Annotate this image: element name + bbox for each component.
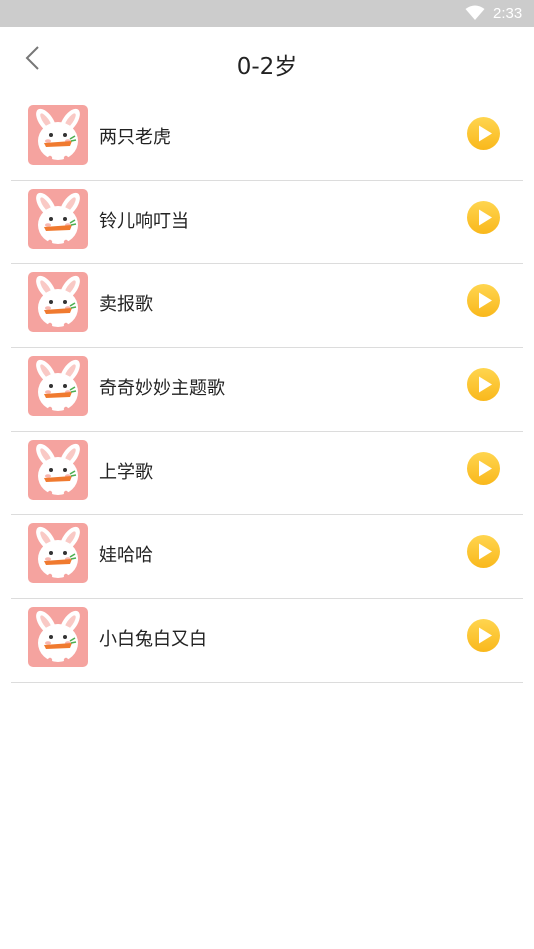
play-circle-icon[interactable] (466, 116, 501, 151)
wifi-icon (465, 5, 485, 20)
song-list-item[interactable]: 娃哈哈 (0, 515, 534, 600)
song-thumbnail (28, 272, 88, 333)
bunny-carrot-icon (36, 359, 80, 412)
status-bar: 2:33 (0, 0, 534, 27)
bunny-carrot-icon (36, 443, 80, 495)
song-thumbnail (28, 523, 88, 584)
song-list-item[interactable]: 两只老虎 (0, 97, 534, 181)
song-thumbnail (28, 356, 88, 417)
song-title: 上学歌 (99, 461, 153, 483)
song-title: 铃儿响叮当 (99, 210, 189, 232)
song-thumbnail (28, 439, 88, 500)
play-circle-icon[interactable] (466, 451, 501, 486)
play-circle-icon[interactable] (466, 534, 501, 569)
song-list-item[interactable]: 奇奇妙妙主题歌 (0, 348, 534, 432)
row-divider (11, 681, 523, 683)
bunny-carrot-icon (36, 527, 80, 579)
song-list: 两只老虎 铃儿响叮当 卖报歌 奇奇妙妙主题歌 上学歌 娃哈哈 小白兔白又白 (0, 97, 534, 683)
bunny-carrot-icon (36, 192, 80, 244)
song-thumbnail (28, 105, 88, 165)
song-thumbnail (28, 607, 88, 668)
song-title: 卖报歌 (99, 294, 153, 316)
bunny-carrot-icon (36, 276, 80, 328)
song-thumbnail (28, 188, 88, 249)
song-title: 小白兔白又白 (99, 629, 207, 651)
status-time: 2:33 (493, 5, 523, 22)
play-circle-icon[interactable] (466, 618, 501, 653)
bunny-carrot-icon (36, 108, 80, 161)
song-title: 娃哈哈 (99, 545, 153, 567)
play-circle-icon[interactable] (466, 367, 501, 402)
song-title: 两只老虎 (99, 127, 171, 148)
app-header: 0-2岁 (0, 27, 534, 97)
play-circle-icon[interactable] (466, 283, 501, 318)
song-list-item[interactable]: 小白兔白又白 (0, 599, 534, 683)
page-title: 0-2岁 (236, 54, 298, 80)
song-list-item[interactable]: 铃儿响叮当 (0, 181, 534, 265)
song-list-item[interactable]: 上学歌 (0, 432, 534, 516)
song-title: 奇奇妙妙主题歌 (99, 378, 225, 400)
play-circle-icon[interactable] (466, 200, 501, 235)
bunny-carrot-icon (36, 610, 80, 663)
song-list-item[interactable]: 卖报歌 (0, 264, 534, 349)
